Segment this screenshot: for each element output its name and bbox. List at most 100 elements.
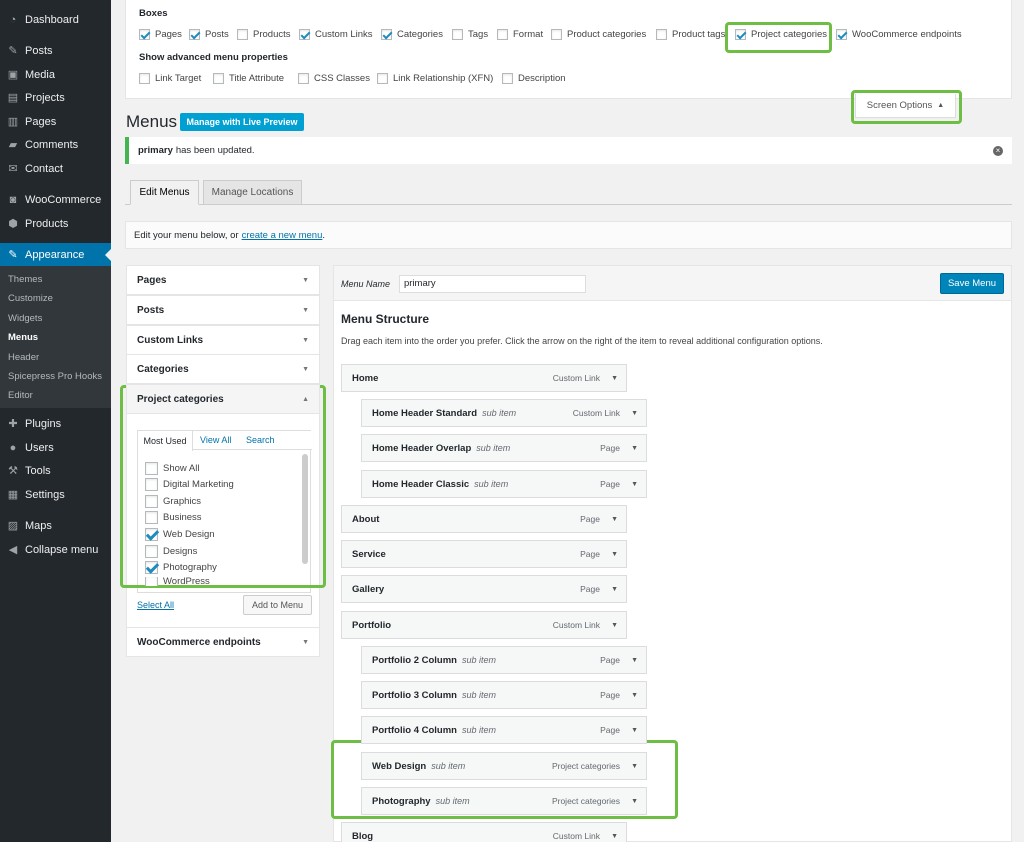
menu-item-web-design[interactable]: Web Design sub item Project categories ▼ [361,752,647,780]
arrow-down-icon[interactable]: ▼ [302,639,309,646]
arrow-down-icon[interactable]: ▼ [631,727,638,734]
arrow-down-icon[interactable]: ▼ [631,445,638,452]
accordion-posts[interactable]: Posts ▼ [126,295,320,325]
sidebar-item-dashboard[interactable]: ◔ Dashboard [0,8,111,31]
category-photography[interactable]: Photography [145,561,217,574]
category-show-all[interactable]: Show All [145,462,199,475]
checkbox[interactable] [497,29,508,40]
sidebar-item-maps[interactable]: ▨ Maps [0,514,111,537]
checkbox[interactable] [189,29,200,40]
checkbox[interactable] [145,545,158,558]
checkbox[interactable] [139,73,150,84]
menu-item-home[interactable]: Home Custom Link ▼ [341,364,627,392]
category-web-design[interactable]: Web Design [145,528,215,541]
sidebar-item-pages[interactable]: ▥ Pages [0,110,111,133]
checkbox[interactable] [377,73,388,84]
menu-item-home-header-standard[interactable]: Home Header Standard sub item Custom Link ▼ [361,399,647,427]
submenu-customize[interactable]: Customize [8,293,53,304]
screen-option-format[interactable]: Format [497,29,543,40]
sidebar-item-comments[interactable]: ▰ Comments [0,133,111,156]
screen-option-pages[interactable]: Pages [139,29,182,40]
checkbox[interactable] [237,29,248,40]
screen-option-product-categories[interactable]: Product categories [551,29,646,40]
menu-item-photography[interactable]: Photography sub item Project categories ▼ [361,787,647,815]
arrow-down-icon[interactable]: ▼ [631,798,638,805]
select-all-link[interactable]: Select All [137,600,174,610]
arrow-down-icon[interactable]: ▼ [611,551,618,558]
accordion-categories[interactable]: Categories ▼ [126,354,320,384]
sidebar-item-appearance[interactable]: ✎ Appearance [0,243,111,266]
arrow-down-icon[interactable]: ▼ [302,366,309,373]
accordion-project-categories[interactable]: Project categories ▲ [126,384,320,414]
dismiss-icon[interactable]: × [993,145,1003,156]
sidebar-item-plugins[interactable]: ✚ Plugins [0,412,111,435]
screen-option-custom-links[interactable]: Custom Links [299,29,373,40]
checkbox[interactable] [145,577,158,586]
sidebar-item-tools[interactable]: ⚒ Tools [0,459,111,482]
accordion-pages[interactable]: Pages ▼ [126,265,320,295]
screen-option-tags[interactable]: Tags [452,29,488,40]
screen-option-product-tags[interactable]: Product tags [656,29,725,40]
arrow-down-icon[interactable]: ▼ [631,657,638,664]
checkbox[interactable] [452,29,463,40]
menu-item-portfolio[interactable]: Portfolio Custom Link ▼ [341,611,627,639]
sidebar-item-users[interactable]: ● Users [0,436,111,459]
advanced-option-link-relationship-xfn-[interactable]: Link Relationship (XFN) [377,73,493,84]
checkbox[interactable] [298,73,309,84]
checkbox[interactable] [836,29,847,40]
sidebar-item-settings[interactable]: ▦ Settings [0,483,111,506]
tab-manage-locations[interactable]: Manage Locations [203,180,302,205]
menu-item-portfolio-2-column[interactable]: Portfolio 2 Column sub item Page ▼ [361,646,647,674]
checkbox[interactable] [145,561,158,574]
advanced-option-css-classes[interactable]: CSS Classes [298,73,370,84]
arrow-down-icon[interactable]: ▼ [631,410,638,417]
checkbox[interactable] [145,495,158,508]
checkbox[interactable] [145,462,158,475]
accordion-custom-links[interactable]: Custom Links ▼ [126,325,320,355]
submenu-widgets[interactable]: Widgets [8,313,42,324]
submenu-spicepress-pro-hooks[interactable]: Spicepress Pro Hooks [8,371,102,382]
screen-option-categories[interactable]: Categories [381,29,443,40]
submenu-editor[interactable]: Editor [8,390,33,401]
submenu-header[interactable]: Header [8,352,39,363]
screen-option-woocommerce-endpoints[interactable]: WooCommerce endpoints [836,29,962,40]
sidebar-item-posts[interactable]: ✎ Posts [0,39,111,62]
category-wordpress[interactable]: WordPress [145,577,210,586]
arrow-down-icon[interactable]: ▼ [611,622,618,629]
arrow-up-icon[interactable]: ▲ [302,396,309,403]
screen-option-products[interactable]: Products [237,29,291,40]
category-business[interactable]: Business [145,511,202,524]
sidebar-item-contact[interactable]: ✉ Contact [0,157,111,180]
sidebar-item-media[interactable]: ▣ Media [0,63,111,86]
screen-option-project-categories[interactable]: Project categories [735,29,827,40]
category-designs[interactable]: Designs [145,545,197,558]
checkbox[interactable] [139,29,150,40]
menu-name-input[interactable]: primary [399,275,586,293]
menu-item-about[interactable]: About Page ▼ [341,505,627,533]
checkbox[interactable] [145,511,158,524]
checkbox[interactable] [299,29,310,40]
checkbox[interactable] [145,478,158,491]
menu-item-home-header-classic[interactable]: Home Header Classic sub item Page ▼ [361,470,647,498]
submenu-themes[interactable]: Themes [8,274,42,285]
menu-item-portfolio-4-column[interactable]: Portfolio 4 Column sub item Page ▼ [361,716,647,744]
arrow-down-icon[interactable]: ▼ [302,307,309,314]
sidebar-item-collapse-menu[interactable]: ◀ Collapse menu [0,538,111,561]
create-menu-link[interactable]: create a new menu [242,230,323,241]
checkbox[interactable] [551,29,562,40]
screen-option-posts[interactable]: Posts [189,29,229,40]
save-menu-button[interactable]: Save Menu [940,273,1004,294]
arrow-down-icon[interactable]: ▼ [611,516,618,523]
tab-edit-menus[interactable]: Edit Menus [130,180,199,205]
category-graphics[interactable]: Graphics [145,495,201,508]
checkbox[interactable] [656,29,667,40]
sidebar-item-woocommerce[interactable]: ◙ WooCommerce [0,188,111,211]
checkbox[interactable] [213,73,224,84]
sidebar-item-products[interactable]: ⬢ Products [0,212,111,235]
accordion-woocommerce-endpoints[interactable]: WooCommerce endpoints ▼ [126,627,320,657]
sidebar-item-projects[interactable]: ▤ Projects [0,86,111,109]
menu-item-service[interactable]: Service Page ▼ [341,540,627,568]
advanced-option-description[interactable]: Description [502,73,566,84]
checkbox[interactable] [735,29,746,40]
arrow-down-icon[interactable]: ▼ [611,375,618,382]
